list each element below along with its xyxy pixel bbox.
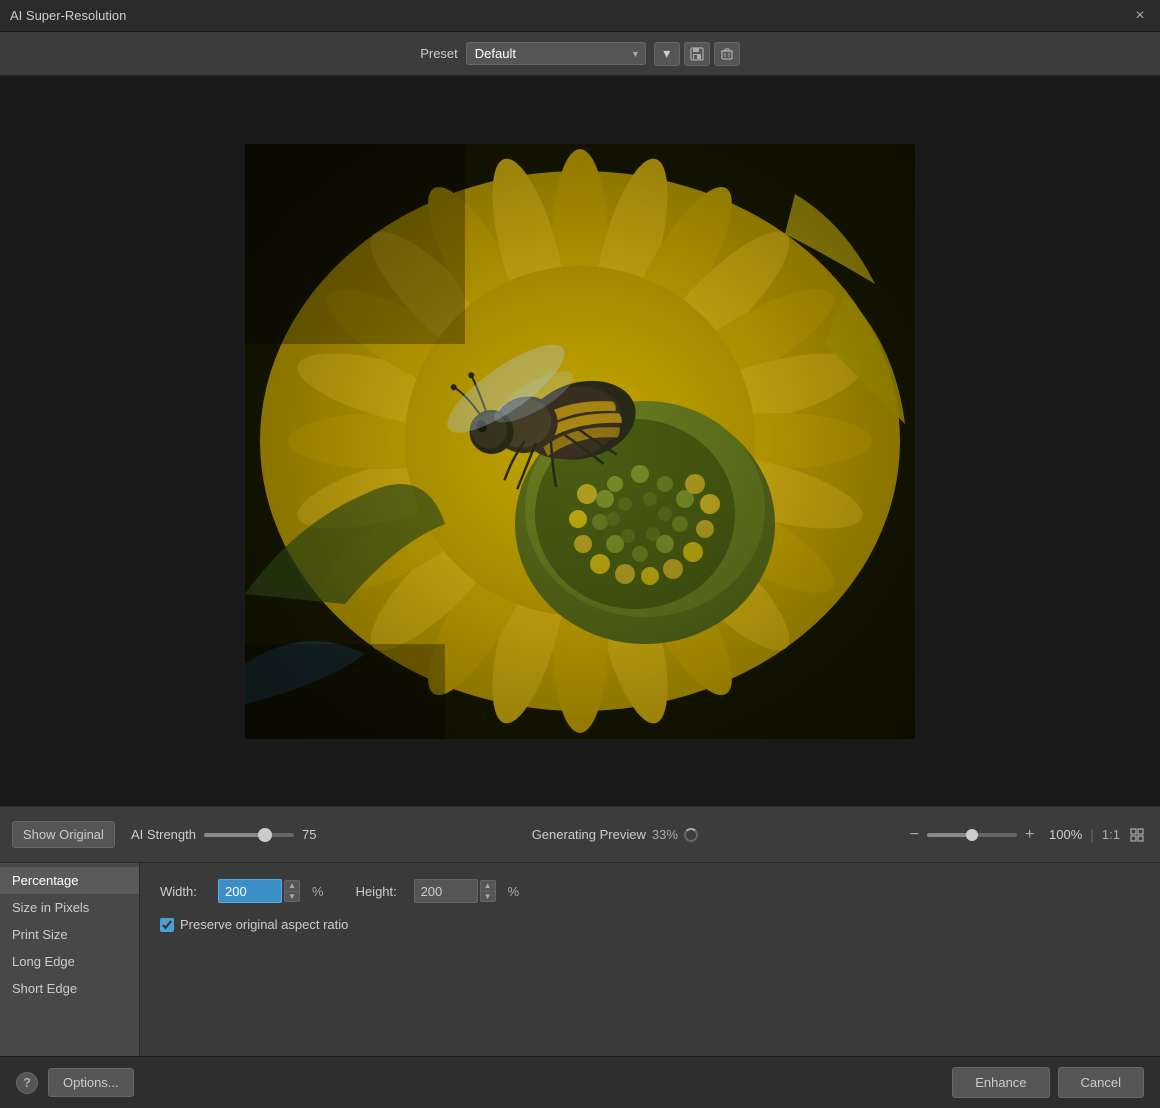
generating-spinner — [684, 828, 698, 842]
width-up-button[interactable]: ▲ — [284, 880, 300, 891]
menu-item-long-edge[interactable]: Long Edge — [0, 948, 139, 975]
height-up-button[interactable]: ▲ — [480, 880, 496, 891]
preset-select-wrap: Default Custom — [466, 42, 646, 65]
height-down-button[interactable]: ▼ — [480, 891, 496, 902]
preset-save-btn[interactable] — [684, 42, 710, 66]
zoom-slider[interactable] — [927, 833, 1017, 837]
width-input[interactable] — [218, 879, 282, 903]
ai-strength-fill — [204, 833, 265, 837]
height-spinners: ▲ ▼ — [480, 880, 496, 902]
settings-content: Width: ▲ ▼ % Height: ▲ ▼ % Preserve — [140, 863, 1160, 1082]
width-label: Width: — [160, 884, 210, 899]
zoom-divider: | — [1090, 827, 1094, 843]
action-bar: ? Options... Enhance Cancel — [0, 1056, 1160, 1108]
options-button[interactable]: Options... — [48, 1068, 134, 1097]
title-bar: AI Super-Resolution × — [0, 0, 1160, 32]
width-spinners: ▲ ▼ — [284, 880, 300, 902]
ai-strength-value: 75 — [302, 827, 322, 842]
dimensions-row: Width: ▲ ▼ % Height: ▲ ▼ % — [160, 879, 1140, 903]
zoom-thumb[interactable] — [966, 829, 978, 841]
preset-delete-btn[interactable] — [714, 42, 740, 66]
height-input[interactable] — [414, 879, 478, 903]
generating-section: Generating Preview 33% — [338, 827, 892, 842]
cancel-button[interactable]: Cancel — [1058, 1067, 1144, 1098]
preset-dropdown-arrow-btn[interactable]: ▾ — [654, 42, 680, 66]
height-input-wrap: ▲ ▼ — [414, 879, 496, 903]
height-unit: % — [508, 884, 520, 899]
ai-strength-slider[interactable] — [204, 833, 294, 837]
generating-text: Generating Preview — [532, 827, 646, 842]
controls-bar: Show Original AI Strength 75 Generating … — [0, 806, 1160, 862]
generating-percent: 33% — [652, 827, 678, 842]
menu-item-size-pixels[interactable]: Size in Pixels — [0, 894, 139, 921]
bee-svg — [245, 144, 915, 739]
preset-label: Preset — [420, 46, 458, 61]
preserve-aspect-label[interactable]: Preserve original aspect ratio — [180, 917, 348, 932]
menu-item-print-size[interactable]: Print Size — [0, 921, 139, 948]
action-right: Enhance Cancel — [952, 1067, 1144, 1098]
ai-strength-thumb[interactable] — [258, 828, 272, 842]
preset-bar: Preset Default Custom ▾ — [0, 32, 1160, 76]
zoom-minus-button[interactable]: − — [908, 826, 921, 844]
enhance-button[interactable]: Enhance — [952, 1067, 1049, 1098]
help-button[interactable]: ? — [16, 1072, 38, 1094]
settings-menu: Percentage Size in Pixels Print Size Lon… — [0, 863, 140, 1082]
menu-item-percentage[interactable]: Percentage — [0, 867, 139, 894]
settings-panel: Percentage Size in Pixels Print Size Lon… — [0, 862, 1160, 1082]
app-title: AI Super-Resolution — [10, 8, 126, 23]
zoom-fit-button[interactable] — [1126, 824, 1148, 846]
width-input-wrap: ▲ ▼ — [218, 879, 300, 903]
ai-strength-label: AI Strength — [131, 827, 196, 842]
show-original-button[interactable]: Show Original — [12, 821, 115, 848]
menu-item-short-edge[interactable]: Short Edge — [0, 975, 139, 1002]
bee-image — [245, 144, 915, 739]
preserve-aspect-row: Preserve original aspect ratio — [160, 917, 1140, 932]
preserve-aspect-checkbox[interactable] — [160, 918, 174, 932]
preset-controls: ▾ — [654, 42, 740, 66]
width-unit: % — [312, 884, 324, 899]
height-label: Height: — [356, 884, 406, 899]
zoom-value: 100% — [1042, 827, 1082, 842]
action-left: ? Options... — [16, 1068, 134, 1097]
zoom-section: − + 100% | 1:1 — [908, 824, 1148, 846]
preview-area — [0, 76, 1160, 806]
preset-dropdown[interactable]: Default Custom — [466, 42, 646, 65]
zoom-plus-button[interactable]: + — [1023, 826, 1036, 844]
width-down-button[interactable]: ▼ — [284, 891, 300, 902]
zoom-ratio: 1:1 — [1102, 827, 1120, 842]
close-icon[interactable]: × — [1130, 6, 1150, 26]
ai-strength-section: AI Strength 75 — [131, 827, 322, 842]
